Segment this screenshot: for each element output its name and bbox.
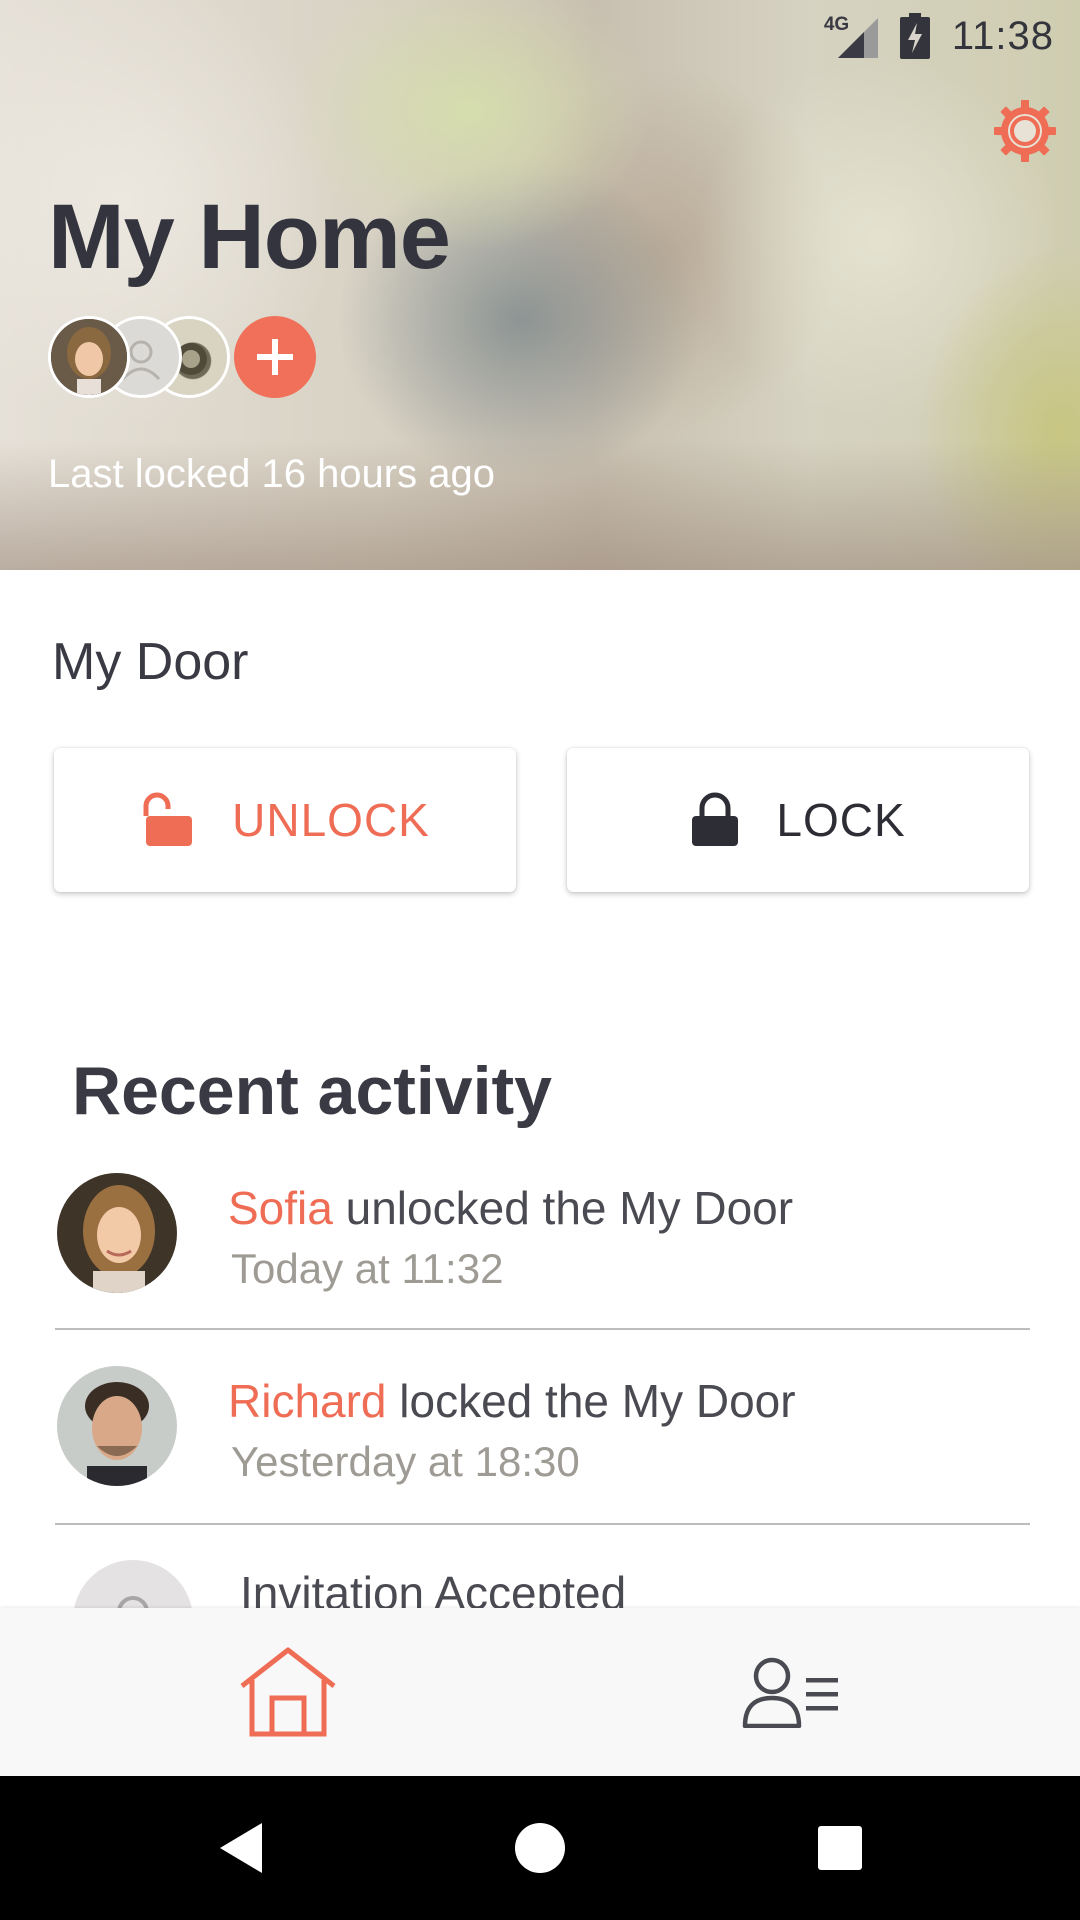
unlock-button[interactable]: UNLOCK — [54, 748, 516, 892]
activity-description: Richard locked the My Door — [228, 1374, 796, 1428]
avatar — [57, 1173, 177, 1293]
activity-timestamp: Today at 11:32 — [231, 1245, 504, 1292]
activity-action: unlocked the My Door — [332, 1182, 794, 1234]
avatar-placeholder — [73, 1560, 193, 1608]
status-bar: 4G 11:38 — [660, 0, 1080, 72]
home-icon — [240, 1647, 336, 1737]
system-navigation-bar — [0, 1776, 1080, 1920]
section-title: Recent activity — [72, 1053, 552, 1129]
page-title: My Home — [48, 186, 451, 288]
activity-item[interactable]: Richard locked the My Door Yesterday at … — [55, 1366, 1030, 1556]
activity-action: locked the My Door — [386, 1375, 796, 1427]
activity-timestamp: Yesterday at 18:30 — [231, 1438, 580, 1485]
lock-button[interactable]: LOCK — [567, 748, 1029, 892]
unlock-label: UNLOCK — [232, 794, 430, 846]
plus-icon — [257, 339, 293, 375]
activity-description: Sofia unlocked the My Door — [228, 1181, 793, 1235]
add-member-button[interactable] — [234, 316, 316, 398]
battery-charging-icon — [899, 13, 930, 59]
activity-user-name: Richard — [228, 1375, 387, 1427]
padlock-icon — [692, 792, 739, 846]
lock-label: LOCK — [776, 794, 906, 846]
home-system-button[interactable] — [500, 1808, 580, 1888]
home-header: 4G 11:38 My Home Last locked 16 hours ag… — [0, 0, 1080, 570]
recents-square-icon — [818, 1826, 862, 1870]
settings-button[interactable] — [992, 98, 1058, 164]
avatar — [57, 1366, 177, 1486]
home-circle-icon — [515, 1823, 565, 1873]
divider — [55, 1328, 1030, 1330]
activity-description: Invitation Accepted — [240, 1567, 627, 1608]
signal-indicator: 4G — [822, 14, 878, 58]
divider — [55, 1523, 1030, 1525]
bottom-navigation — [0, 1608, 1080, 1776]
clock: 11:38 — [951, 13, 1054, 58]
last-locked-status: Last locked 16 hours ago — [48, 452, 495, 496]
nav-people[interactable] — [692, 1608, 892, 1776]
signal-icon — [837, 18, 878, 58]
activity-user-name: Sofia — [228, 1182, 333, 1234]
recents-button[interactable] — [800, 1808, 880, 1888]
nav-home[interactable] — [188, 1608, 388, 1776]
people-list-icon — [742, 1657, 838, 1728]
avatar[interactable] — [48, 316, 130, 398]
activity-item[interactable]: Invitation Accepted — [0, 1560, 1080, 1608]
open-padlock-icon — [143, 792, 193, 846]
gear-icon — [994, 100, 1056, 162]
activity-item[interactable]: Sofia unlocked the My Door Today at 11:3… — [55, 1173, 1030, 1363]
back-triangle-icon — [220, 1823, 262, 1873]
door-name: My Door — [52, 633, 249, 691]
back-button[interactable] — [200, 1808, 280, 1888]
